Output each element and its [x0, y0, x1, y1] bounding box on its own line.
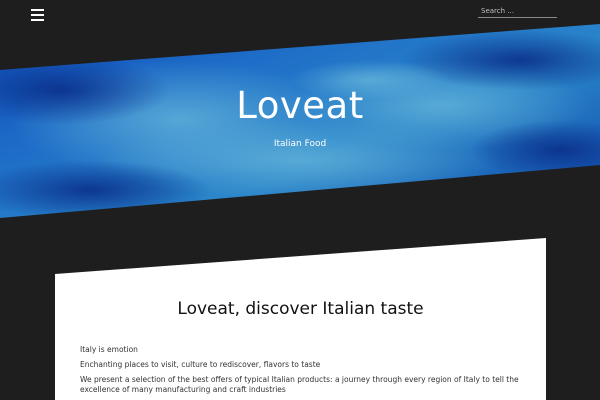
site-title[interactable]: Loveat: [0, 84, 600, 127]
post-body: Italy is emotion Enchanting places to vi…: [80, 345, 520, 400]
post-paragraph: Italy is emotion: [80, 345, 138, 354]
search-input[interactable]: [478, 4, 557, 18]
top-bar: [0, 0, 600, 34]
post-paragraph: Enchanting places to visit, culture to r…: [80, 360, 321, 369]
hero-sky-image: [0, 24, 600, 400]
site-description: Italian Food: [273, 139, 327, 149]
hero-banner: [0, 0, 600, 400]
post-paragraph: We present a selection of the best offer…: [80, 375, 519, 394]
post-title: Loveat, discover Italian taste: [177, 299, 424, 319]
page: Loveat Italian Food Loveat, discover Ita…: [0, 0, 600, 400]
hamburger-menu-icon[interactable]: [31, 9, 44, 21]
